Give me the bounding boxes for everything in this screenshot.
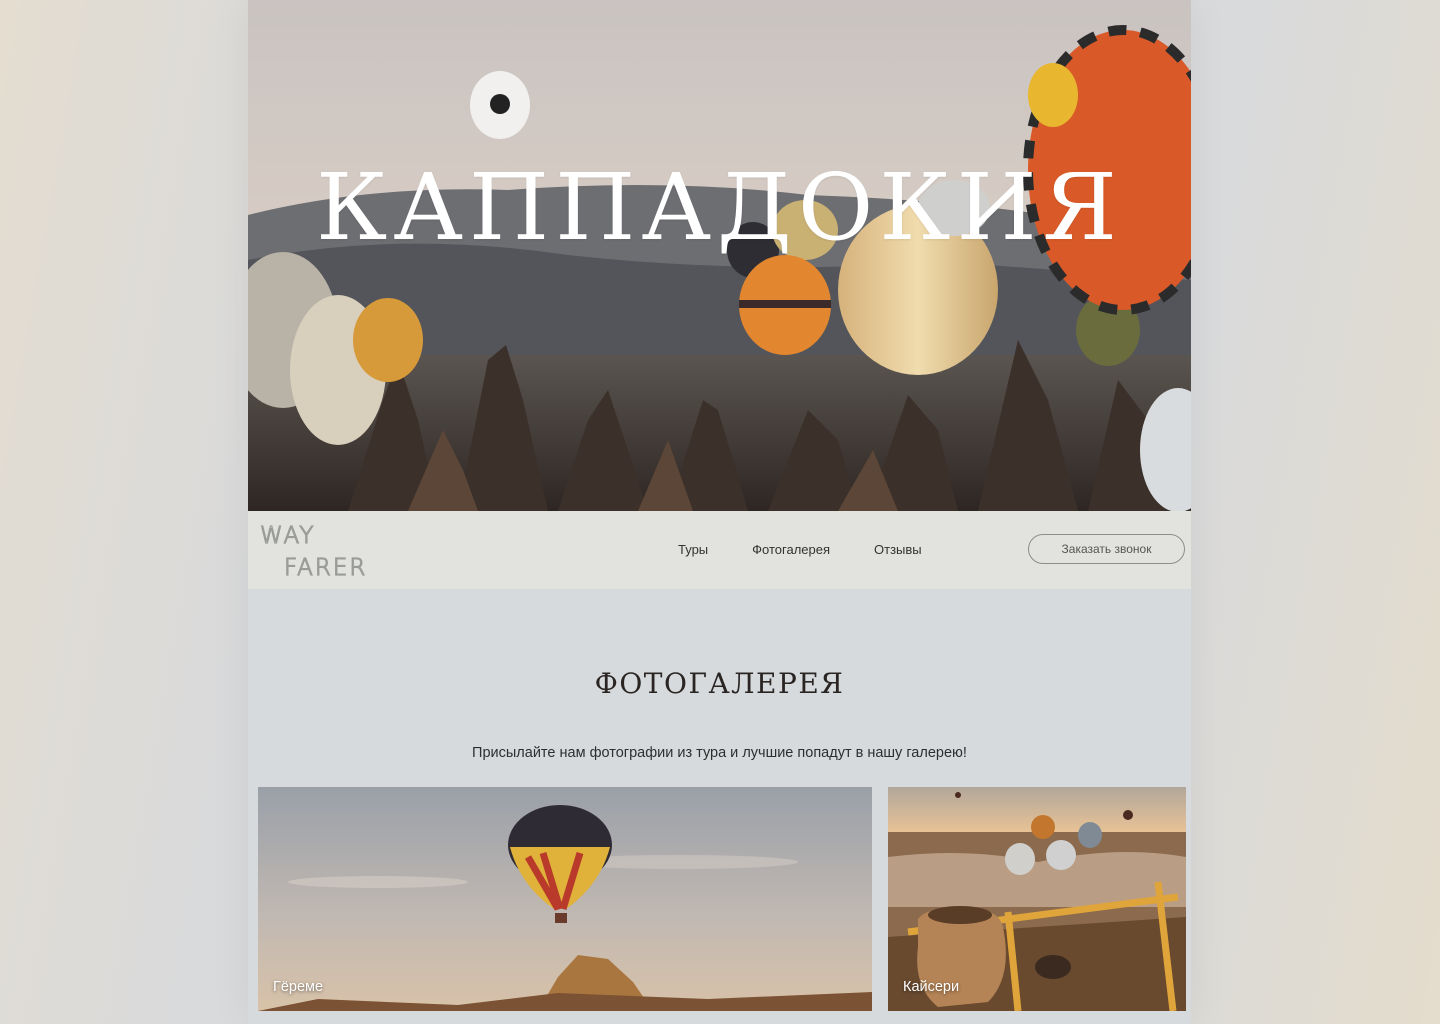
hero-banner: КАППАДОКИЯ xyxy=(248,0,1191,511)
gallery-title: ФОТОГАЛЕРЕЯ xyxy=(594,667,845,700)
nav-item-tours[interactable]: Туры xyxy=(678,542,708,557)
request-call-button[interactable]: Заказать звонок xyxy=(1028,534,1185,564)
kayseri-photo xyxy=(888,787,1186,1011)
card-caption: Гёреме xyxy=(273,979,324,995)
main-menu: Туры Фотогалерея Отзывы xyxy=(678,542,922,557)
hero-title: КАППАДОКИЯ xyxy=(316,153,1123,261)
page: КАППАДОКИЯ WAY FARER Туры Фотогалерея От… xyxy=(248,0,1191,1024)
svg-text:FARER: FARER xyxy=(284,555,367,581)
gallery-card-goreme[interactable]: Гёреме xyxy=(258,787,872,1011)
gallery-card-kayseri[interactable]: Кайсери xyxy=(888,787,1186,1011)
card-caption: Кайсери xyxy=(903,979,960,995)
svg-text:WAY: WAY xyxy=(260,523,315,549)
goreme-photo xyxy=(258,787,872,1011)
gallery-subtitle: Присылайте нам фотографии из тура и лучш… xyxy=(472,745,967,761)
top-nav: WAY FARER Туры Фотогалерея Отзывы Заказа… xyxy=(248,511,1191,589)
nav-item-reviews[interactable]: Отзывы xyxy=(874,542,922,557)
nav-item-gallery[interactable]: Фотогалерея xyxy=(752,542,830,557)
wayfarer-logo-icon: WAY FARER xyxy=(259,522,367,581)
